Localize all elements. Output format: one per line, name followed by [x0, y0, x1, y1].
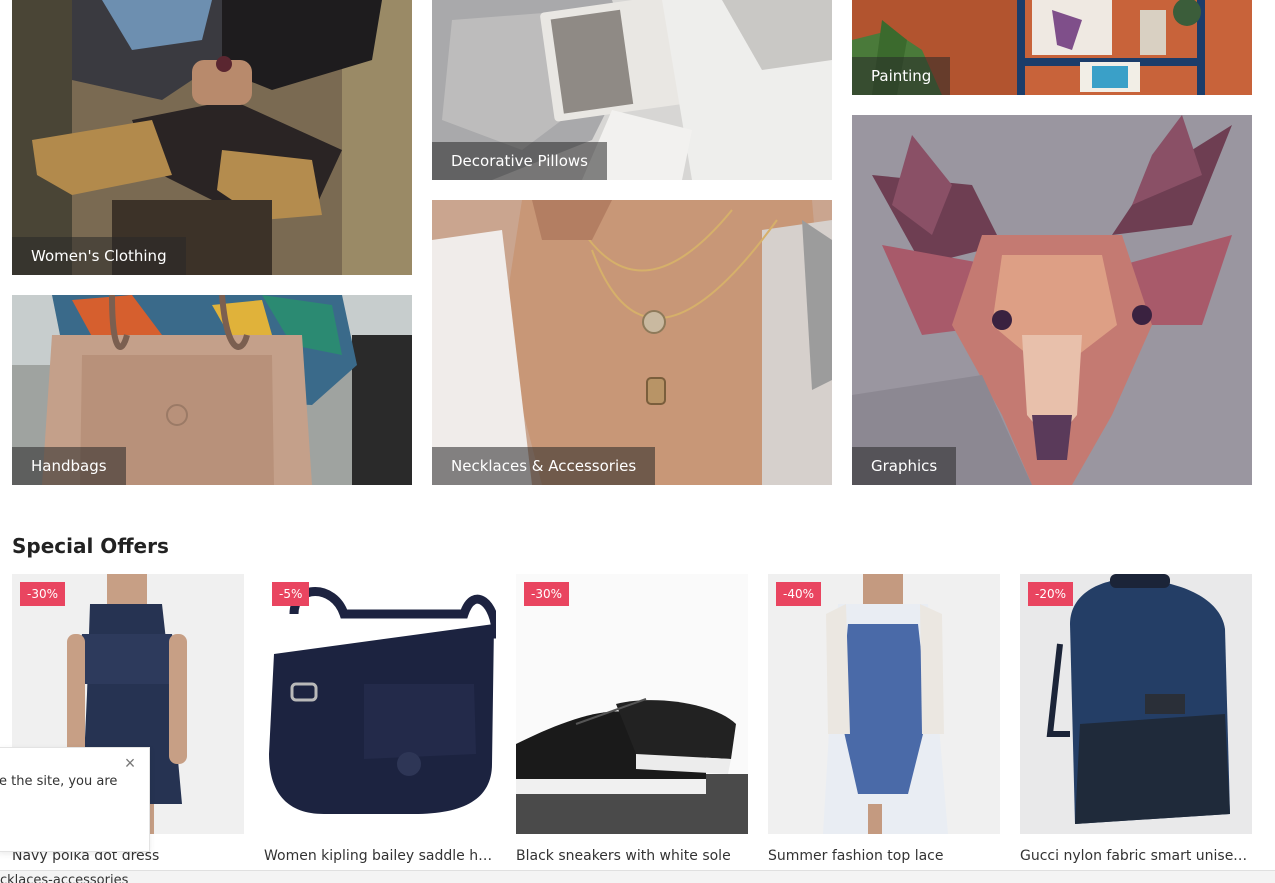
graphics-image	[852, 115, 1252, 485]
close-icon[interactable]: ×	[123, 754, 137, 772]
category-label: Women's Clothing	[12, 237, 186, 275]
discount-badge: -30%	[524, 582, 570, 606]
category-tile-womens-clothing[interactable]: Women's Clothing	[12, 0, 412, 275]
cookie-notice-text: e the site, you are	[0, 774, 118, 789]
product-name[interactable]: Women kipling bailey saddle ha...	[264, 848, 496, 864]
backpack-image	[1020, 574, 1252, 834]
product-name[interactable]: Summer fashion top lace	[768, 848, 1000, 864]
discount-badge: -5%	[272, 582, 310, 606]
product-card[interactable]: -40% Summer fashion top lace	[768, 574, 1000, 864]
product-card[interactable]: -30% Black sneakers with white sole	[516, 574, 748, 864]
category-label: Necklaces & Accessories	[432, 447, 656, 485]
status-url: cklaces-accessories	[0, 873, 129, 883]
special-offers-title: Special Offers	[12, 534, 169, 558]
womens-clothing-image	[12, 0, 412, 275]
product-image[interactable]: -40%	[768, 574, 1000, 834]
category-tile-decorative-pillows[interactable]: Decorative Pillows	[432, 0, 832, 180]
category-label: Graphics	[852, 447, 957, 485]
discount-badge: -30%	[20, 582, 66, 606]
product-image[interactable]: -20%	[1020, 574, 1252, 834]
category-tile-handbags[interactable]: Handbags	[12, 295, 412, 485]
category-label: Handbags	[12, 447, 126, 485]
product-card[interactable]: -20% Gucci nylon fabric smart unisex ...	[1020, 574, 1252, 864]
product-name[interactable]: Gucci nylon fabric smart unisex ...	[1020, 848, 1252, 864]
category-label: Painting	[852, 57, 951, 95]
lace-top-image	[768, 574, 1000, 834]
category-tile-painting[interactable]: Painting	[852, 0, 1252, 95]
product-image[interactable]: -30%	[516, 574, 748, 834]
category-tile-necklaces-accessories[interactable]: Necklaces & Accessories	[432, 200, 832, 485]
discount-badge: -20%	[1028, 582, 1074, 606]
status-bar: cklaces-accessories	[0, 870, 1275, 883]
product-image[interactable]: -5%	[264, 574, 496, 834]
necklaces-accessories-image	[432, 200, 832, 485]
saddle-bag-image	[264, 574, 496, 834]
product-name[interactable]: Black sneakers with white sole	[516, 848, 748, 864]
cookie-notice: e the site, you are ×	[0, 747, 150, 852]
discount-badge: -40%	[776, 582, 822, 606]
category-tile-graphics[interactable]: Graphics	[852, 115, 1252, 485]
category-label: Decorative Pillows	[432, 142, 607, 180]
product-card[interactable]: -5% Women kipling bailey saddle ha...	[264, 574, 496, 864]
sneakers-image	[516, 574, 748, 834]
